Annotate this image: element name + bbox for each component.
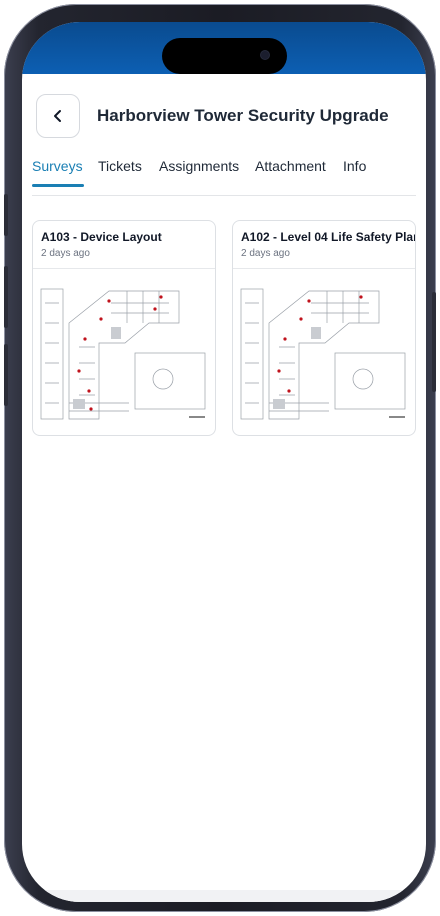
survey-timestamp: 2 days ago [241, 248, 290, 259]
action-button [4, 194, 8, 236]
floor-plan-icon [240, 288, 406, 420]
status-bar [22, 22, 426, 74]
tab-attachment[interactable]: Attachment [255, 158, 326, 174]
survey-card[interactable]: A102 - Level 04 Life Safety Plan 2 days … [232, 220, 416, 436]
tab-assignments[interactable]: Assignments [159, 158, 239, 174]
dynamic-island [162, 38, 287, 74]
survey-title: A103 - Device Layout [41, 230, 162, 244]
survey-card[interactable]: A103 - Device Layout 2 days ago [32, 220, 216, 436]
phone-frame: Harborview Tower Security Upgrade Survey… [4, 4, 436, 912]
tab-bar: Surveys Tickets Assignments Attachment I… [32, 154, 416, 196]
tab-tickets[interactable]: Tickets [98, 158, 142, 174]
survey-card-header: A102 - Level 04 Life Safety Plan 2 days … [233, 221, 415, 269]
home-indicator-area [42, 890, 406, 902]
active-tab-indicator [32, 184, 84, 187]
survey-card-header: A103 - Device Layout 2 days ago [33, 221, 215, 269]
back-button[interactable] [36, 94, 80, 138]
volume-up-button [4, 266, 8, 328]
tab-info[interactable]: Info [343, 158, 366, 174]
volume-down-button [4, 344, 8, 406]
page-header: Harborview Tower Security Upgrade [22, 74, 426, 146]
survey-title: A102 - Level 04 Life Safety Plan [241, 230, 416, 244]
survey-timestamp: 2 days ago [41, 248, 90, 259]
screen: Harborview Tower Security Upgrade Survey… [22, 22, 426, 902]
tab-surveys[interactable]: Surveys [32, 158, 83, 174]
floor-plan-icon [40, 288, 206, 420]
camera-icon [261, 51, 269, 59]
page-title: Harborview Tower Security Upgrade [97, 106, 389, 125]
chevron-left-icon [54, 110, 61, 122]
power-button [432, 292, 436, 392]
